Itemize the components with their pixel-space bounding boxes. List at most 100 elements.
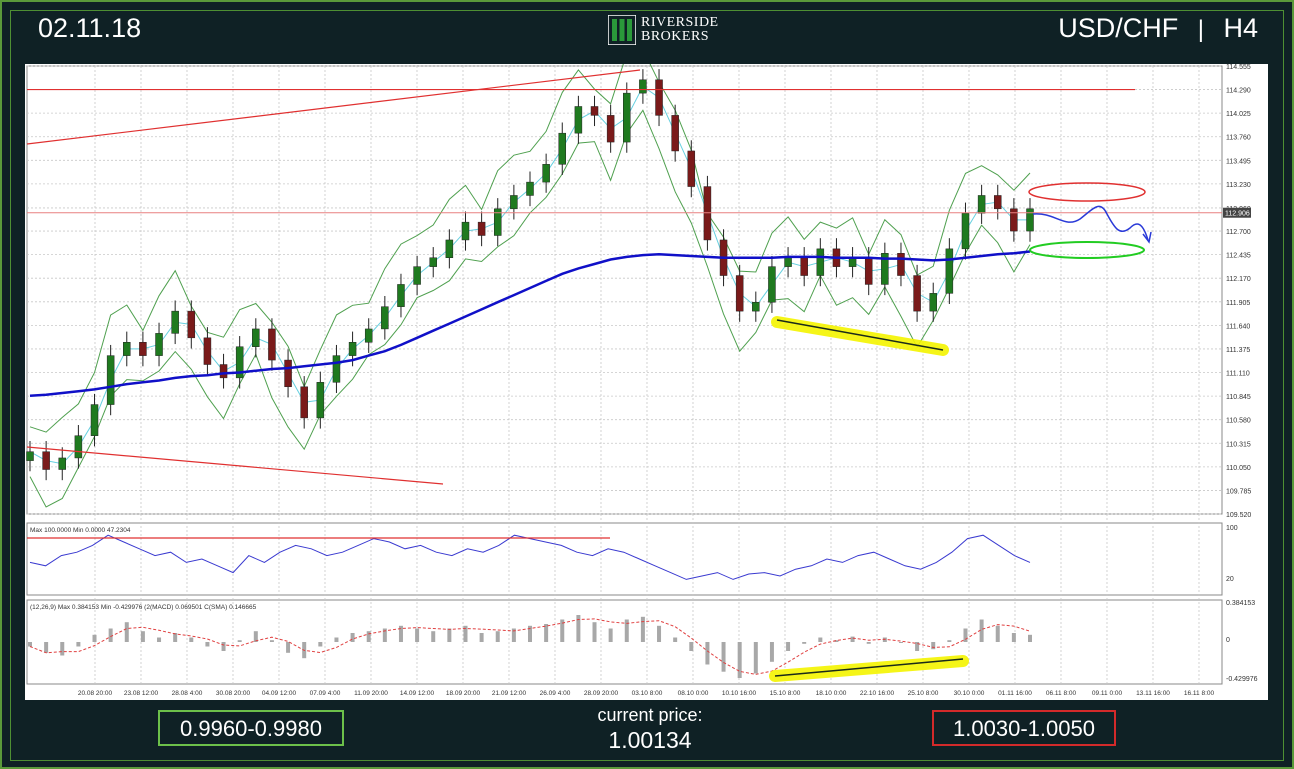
candle-body	[687, 150, 696, 187]
macd-histogram-bar	[28, 642, 32, 647]
time-tick-label: 10.10 16:00	[722, 690, 757, 697]
macd-histogram-bar	[818, 637, 823, 642]
macd-histogram-bar	[44, 642, 49, 653]
rsi-scale-label: 20	[1226, 576, 1234, 583]
support-zone-ellipse	[1029, 241, 1145, 259]
macd-histogram-bar	[60, 642, 65, 656]
macd-histogram-bar	[237, 640, 242, 642]
macd-histogram-bar	[931, 642, 936, 650]
rsi-header: Max 100.0000 Min 0.0000 47.2304	[30, 527, 131, 534]
candle-body	[752, 301, 760, 312]
candle-body	[26, 451, 34, 461]
time-tick-label: 07.09 4:00	[310, 690, 341, 697]
macd-histogram-bar	[947, 640, 952, 642]
candle-body	[526, 181, 534, 196]
time-tick-label: 28.08 4:00	[172, 690, 203, 697]
time-tick-label: 21.09 12:00	[492, 690, 527, 697]
time-tick-label: 08.10 0:00	[678, 690, 709, 697]
candle-body	[848, 257, 857, 267]
price-tick-label: 112.700	[1226, 229, 1251, 236]
macd-histogram-bar	[447, 628, 452, 642]
price-tick-label: 110.845	[1226, 394, 1251, 401]
candle-body	[800, 257, 808, 276]
candle-body	[897, 253, 905, 276]
candle-body	[219, 364, 228, 379]
macd-histogram-bar	[124, 622, 129, 642]
macd-histogram-bar	[189, 637, 194, 642]
candle-body	[961, 213, 970, 250]
candle-body	[590, 106, 599, 116]
macd-histogram-bar	[769, 642, 774, 662]
time-tick-label: 16.11 8:00	[1184, 690, 1215, 697]
logo-line-2: BROKERS	[641, 29, 710, 44]
time-tick-label: 23.08 12:00	[124, 690, 159, 697]
candle-body	[203, 337, 212, 365]
current-price: current price: 1.00134	[560, 704, 740, 754]
candle-body	[300, 386, 308, 419]
macd-histogram-bar	[415, 628, 420, 642]
candle-body	[655, 79, 663, 116]
macd-histogram-bar	[479, 633, 484, 642]
separator: |	[1197, 16, 1204, 43]
price-tick-label: 112.435	[1226, 253, 1251, 260]
candle-body	[1010, 208, 1018, 232]
macd-histogram-bar	[592, 622, 597, 642]
candle-body	[381, 306, 389, 330]
analysis-date: 02.11.18	[38, 13, 142, 43]
candle-body	[768, 266, 776, 303]
macd-scale-label: -0.429976	[1226, 676, 1258, 683]
macd-histogram-bar	[673, 637, 678, 642]
resistance-zone-ellipse	[1028, 182, 1146, 202]
macd-histogram-bar	[657, 625, 662, 642]
candle-body	[735, 275, 744, 312]
macd-histogram-bar	[205, 642, 210, 647]
time-tick-label: 20.08 20:00	[78, 690, 113, 697]
forecast-path	[1032, 205, 1149, 241]
current-price-label: current price:	[597, 705, 703, 725]
candle-body	[187, 310, 196, 339]
candle-body	[977, 195, 986, 214]
candle-body	[90, 404, 99, 436]
time-tick-label: 13.11 16:00	[1136, 690, 1170, 697]
candle-body	[784, 257, 792, 267]
macd-histogram-bar	[737, 642, 742, 678]
candle-body	[477, 221, 486, 236]
candle-body	[816, 248, 825, 276]
time-tick-label: 09.11 0:00	[1092, 690, 1123, 697]
time-tick-label: 25.10 8:00	[908, 690, 939, 697]
divergence-line-price	[776, 319, 944, 351]
rsi-panel-border	[26, 522, 1223, 596]
fast-moving-average	[29, 85, 1030, 465]
macd-histogram-bar	[963, 628, 968, 642]
price-tick-label: 114.555	[1226, 64, 1251, 71]
price-tick-label: 111.905	[1226, 300, 1250, 307]
current-price-value: 1.00134	[608, 727, 692, 753]
time-tick-label: 11.09 20:00	[354, 690, 388, 697]
candle-body	[139, 342, 147, 356]
macd-histogram-bar	[608, 628, 613, 642]
candle-body	[445, 239, 454, 258]
logo-line-1: RIVERSIDE	[641, 15, 719, 30]
candle-body	[413, 266, 421, 285]
macd-histogram-bar	[866, 642, 871, 644]
macd-scale-label: 0.384153	[1226, 600, 1255, 607]
candle-body	[703, 186, 712, 241]
candle-body	[252, 328, 260, 347]
candle-body	[332, 355, 341, 383]
candle-body	[574, 106, 583, 134]
price-tick-label: 113.495	[1226, 158, 1251, 165]
macd-header: (12,26,9) Max 0.384153 Min -0.429976 (2(…	[30, 604, 257, 611]
macd-histogram-bar	[318, 642, 323, 647]
candle-body	[397, 284, 405, 307]
candle-body	[316, 382, 325, 419]
time-tick-label: 03.10 8:00	[632, 690, 663, 697]
logo-mark-icon	[607, 14, 637, 46]
candle-body	[945, 248, 954, 294]
price-tick-label: 110.580	[1226, 418, 1251, 425]
macd-histogram-bar	[898, 642, 903, 643]
price-tick-label: 111.375	[1226, 347, 1250, 354]
candle-body	[171, 310, 179, 334]
candle-body	[558, 132, 567, 165]
price-tick-label: 113.760	[1226, 135, 1251, 142]
macd-histogram-bar	[108, 628, 113, 642]
